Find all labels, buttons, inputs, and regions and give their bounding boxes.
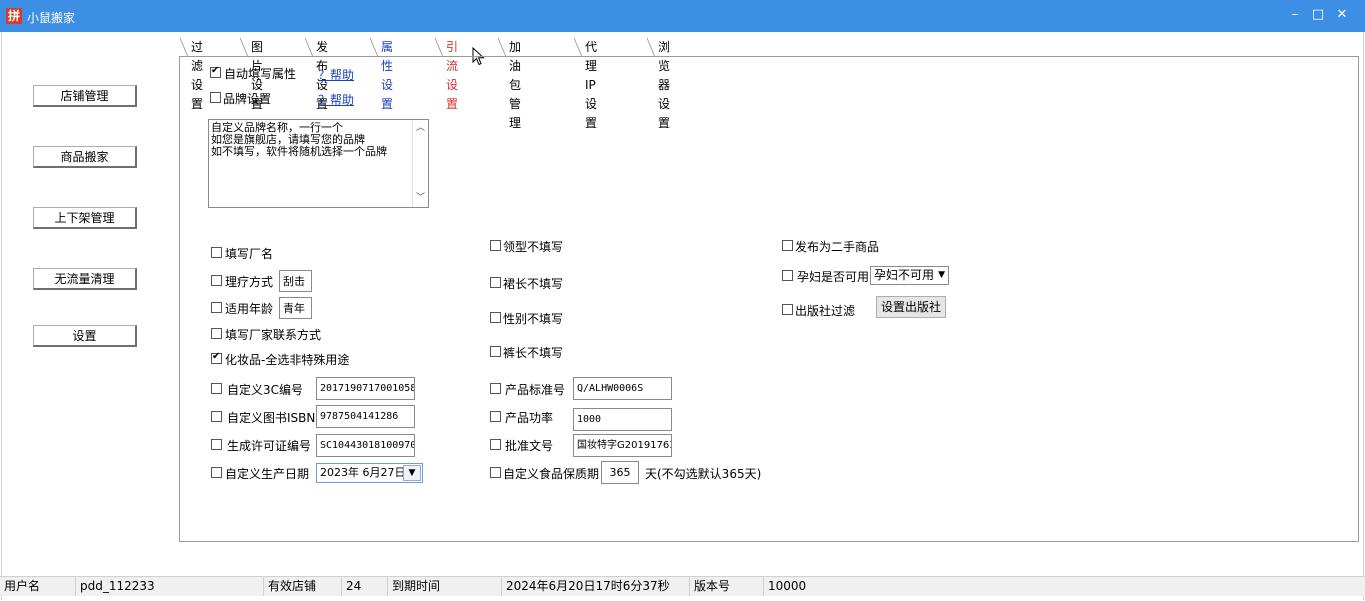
status-version-label: 版本号 xyxy=(690,577,764,596)
auto-fill-checkbox[interactable] xyxy=(210,65,221,78)
ccc-input[interactable]: 2017190717001058 xyxy=(316,377,415,400)
publisher-checkbox[interactable] xyxy=(782,304,793,315)
shelf-life-suffix: 天(不勾选默认365天) xyxy=(645,467,762,481)
prod-date-checkbox[interactable] xyxy=(211,467,222,478)
title-bar: 拼 小鼠搬家 – □ ✕ xyxy=(0,0,1365,32)
skirt-length-label: 裙长不填写 xyxy=(503,277,564,291)
tab-filter-settings[interactable]: 过滤设置 xyxy=(180,38,203,111)
license-input[interactable]: SC10443018100970 xyxy=(316,434,415,457)
pregnant-label: 孕妇是否可用 xyxy=(797,270,870,284)
pants-length-checkbox[interactable] xyxy=(490,346,501,357)
publisher-label: 出版社过滤 xyxy=(795,304,856,318)
help-link-auto-fill[interactable]: ？帮助 xyxy=(318,66,354,83)
approval-label: 批准文号 xyxy=(505,439,554,453)
shelf-life-label: 自定义食品保质期 xyxy=(503,467,600,481)
prod-date-value: 2023年 6月27日 xyxy=(320,466,406,479)
sidebar-item-settings[interactable]: 设置 xyxy=(33,325,137,347)
isbn-input[interactable]: 9787504141286 xyxy=(316,405,415,428)
app-logo-icon: 拼 xyxy=(6,8,22,24)
standard-no-checkbox[interactable] xyxy=(490,383,501,394)
pants-length-label: 裤长不填写 xyxy=(503,346,564,360)
power-label: 产品功率 xyxy=(505,411,554,425)
scroll-down-icon[interactable]: ﹀ xyxy=(416,192,425,204)
brand-textarea[interactable]: 自定义品牌名称，一行一个 如您是旗舰店，请填写您的品牌 如不填写，软件将随机选择… xyxy=(208,119,429,208)
collar-label: 领型不填写 xyxy=(503,240,564,254)
textarea-line: 如不填写，软件将随机选择一个品牌 xyxy=(211,145,387,158)
textarea-scrollbar[interactable]: ︿ ﹀ xyxy=(412,120,428,207)
pregnant-checkbox[interactable] xyxy=(782,270,793,281)
status-expire: 2024年6月20日17时6分37秒 xyxy=(502,577,690,596)
brand-checkbox[interactable] xyxy=(210,92,221,103)
shelf-life-checkbox[interactable] xyxy=(490,467,501,478)
license-checkbox[interactable] xyxy=(211,439,222,450)
factory-contact-label: 填写厂家联系方式 xyxy=(225,328,322,342)
skirt-length-checkbox[interactable] xyxy=(490,277,501,288)
sidebar-item-shelf-management[interactable]: 上下架管理 xyxy=(33,207,137,229)
status-shops: 24 xyxy=(342,577,388,596)
gender-checkbox[interactable] xyxy=(490,312,501,323)
close-button[interactable]: ✕ xyxy=(1332,6,1352,24)
power-checkbox[interactable] xyxy=(490,411,501,422)
set-publisher-button[interactable]: 设置出版社 xyxy=(876,296,946,318)
manufacturer-label: 填写厂名 xyxy=(225,247,274,261)
approval-input[interactable]: 国妆特字G20191763 xyxy=(573,434,672,457)
standard-no-input[interactable]: Q/ALHW0006S xyxy=(573,377,672,400)
status-bar: 用户名 pdd_112233 有效店铺 24 到期时间 2024年6月20日17… xyxy=(0,576,1365,596)
isbn-checkbox[interactable] xyxy=(211,411,222,422)
gender-label: 性别不填写 xyxy=(503,312,564,326)
treatment-checkbox[interactable] xyxy=(211,275,222,286)
tab-publish-settings[interactable]: 发布设置 xyxy=(305,38,328,111)
age-input[interactable]: 青年 xyxy=(279,297,312,319)
status-shops-label: 有效店铺 xyxy=(264,577,342,596)
tab-browser-settings[interactable]: 浏览器设置 xyxy=(647,38,670,130)
treatment-input[interactable]: 刮击 xyxy=(279,270,312,292)
status-expire-label: 到期时间 xyxy=(388,577,502,596)
status-username: pdd_112233 xyxy=(76,577,264,596)
tab-booster-management[interactable]: 加油包管理 xyxy=(498,38,521,130)
cosmetics-label: 化妆品-全选非特殊用途 xyxy=(225,353,350,367)
tab-proxy-ip-settings[interactable]: 代理IP设置 xyxy=(574,38,597,130)
age-label: 适用年龄 xyxy=(225,302,274,316)
sidebar-item-shop-management[interactable]: 店铺管理 xyxy=(33,85,137,107)
chevron-down-icon[interactable]: ▼ xyxy=(403,465,421,481)
tab-attribute-settings[interactable]: 属性设置 xyxy=(370,38,393,111)
factory-contact-checkbox[interactable] xyxy=(211,328,222,339)
brand-label: 品牌设置 xyxy=(223,92,272,106)
scroll-up-icon[interactable]: ︿ xyxy=(416,122,425,134)
status-version: 10000 xyxy=(768,579,807,593)
pregnant-select-value: 孕妇不可用 xyxy=(874,268,935,282)
sidebar-item-no-traffic-cleanup[interactable]: 无流量清理 xyxy=(33,268,137,290)
standard-no-label: 产品标准号 xyxy=(505,383,566,397)
help-link-brand[interactable]: ？帮助 xyxy=(318,91,354,108)
treatment-label: 理疗方式 xyxy=(225,275,274,289)
shelf-life-input[interactable]: 365 xyxy=(601,461,639,484)
second-hand-checkbox[interactable] xyxy=(782,240,793,251)
tab-image-settings[interactable]: 图片设置 xyxy=(240,38,263,111)
auto-fill-label: 自动填写属性 xyxy=(224,67,297,81)
sidebar-item-product-move[interactable]: 商品搬家 xyxy=(33,146,137,168)
tab-traffic-settings[interactable]: 引流设置 xyxy=(435,38,458,111)
ccc-label: 自定义3C编号 xyxy=(227,383,304,397)
window-title: 小鼠搬家 xyxy=(27,11,76,25)
collar-checkbox[interactable] xyxy=(490,240,501,251)
second-hand-label: 发布为二手商品 xyxy=(795,240,880,254)
minimize-button[interactable]: – xyxy=(1285,6,1305,24)
license-label: 生成许可证编号 xyxy=(227,439,312,453)
ccc-checkbox[interactable] xyxy=(211,383,222,394)
power-input[interactable]: 1000 xyxy=(573,408,672,431)
prod-date-picker[interactable]: 2023年 6月27日 ▼ xyxy=(316,463,423,483)
cosmetics-checkbox[interactable] xyxy=(211,351,222,364)
maximize-button[interactable]: □ xyxy=(1308,6,1328,24)
manufacturer-checkbox[interactable] xyxy=(211,247,222,258)
status-username-label: 用户名 xyxy=(0,577,76,596)
isbn-label: 自定义图书ISBN xyxy=(227,411,316,425)
pregnant-select[interactable]: 孕妇不可用 ▼ xyxy=(870,266,949,285)
approval-checkbox[interactable] xyxy=(490,439,501,450)
age-checkbox[interactable] xyxy=(211,302,222,313)
chevron-down-icon: ▼ xyxy=(938,270,945,280)
prod-date-label: 自定义生产日期 xyxy=(225,467,310,481)
